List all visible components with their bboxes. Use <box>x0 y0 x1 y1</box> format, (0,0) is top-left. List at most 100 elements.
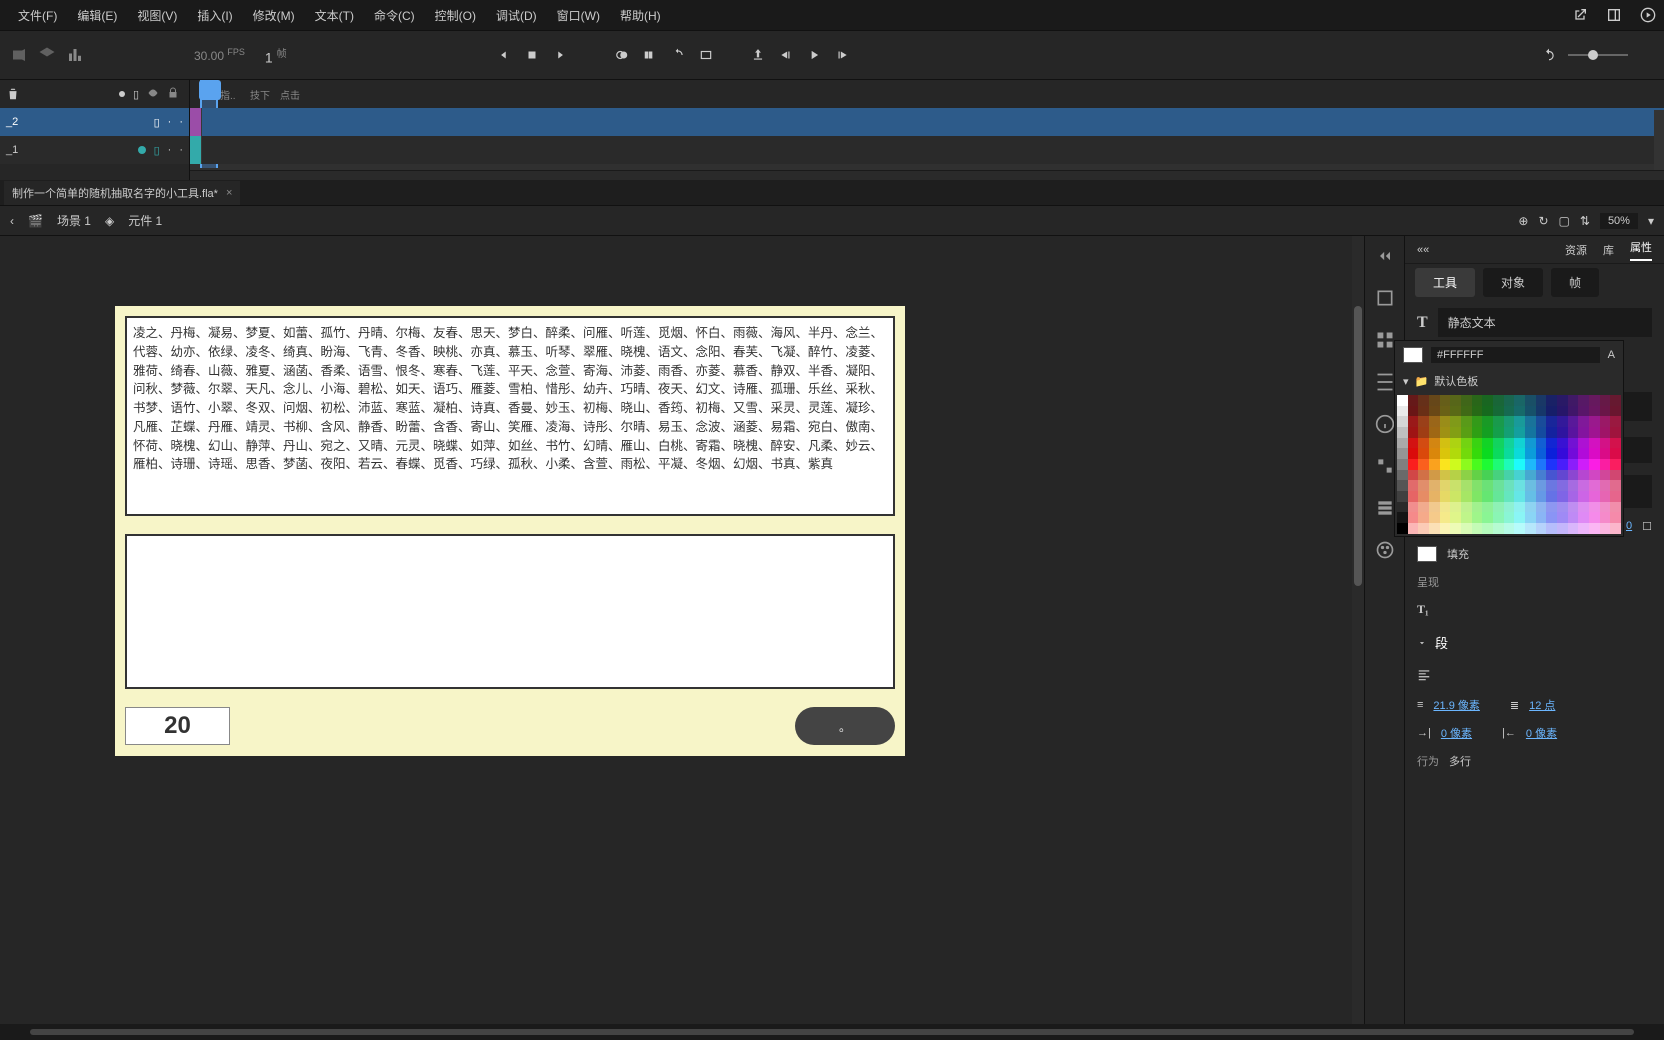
color-cell[interactable] <box>1514 427 1525 438</box>
align-left-icon[interactable] <box>1417 668 1431 685</box>
color-cell[interactable] <box>1536 416 1547 427</box>
color-cell[interactable] <box>1482 502 1493 513</box>
color-cell[interactable] <box>1440 427 1451 438</box>
workspace-icon[interactable] <box>1606 7 1622 23</box>
color-cell[interactable] <box>1578 502 1589 513</box>
color-cell[interactable] <box>1397 502 1408 513</box>
color-cell[interactable] <box>1557 512 1568 523</box>
color-cell[interactable] <box>1408 491 1419 502</box>
color-cell[interactable] <box>1578 480 1589 491</box>
close-icon[interactable]: × <box>226 187 232 199</box>
color-cell[interactable] <box>1589 523 1600 534</box>
color-cell[interactable] <box>1610 448 1621 459</box>
panel-collapse-icon[interactable]: «« <box>1417 244 1429 256</box>
color-cell[interactable] <box>1440 395 1451 406</box>
share-icon[interactable] <box>1572 7 1588 23</box>
color-cell[interactable] <box>1600 480 1611 491</box>
color-cell[interactable] <box>1504 480 1515 491</box>
color-cell[interactable] <box>1578 416 1589 427</box>
color-cell[interactable] <box>1536 470 1547 481</box>
color-cell[interactable] <box>1461 416 1472 427</box>
color-cell[interactable] <box>1514 512 1525 523</box>
color-cell[interactable] <box>1397 427 1408 438</box>
color-cell[interactable] <box>1546 416 1557 427</box>
color-cell[interactable] <box>1514 480 1525 491</box>
color-cell[interactable] <box>1557 459 1568 470</box>
color-cell[interactable] <box>1440 448 1451 459</box>
menu-edit[interactable]: 编辑(E) <box>67 7 127 24</box>
loop-icon[interactable] <box>671 48 685 62</box>
dock-info-icon[interactable] <box>1375 414 1395 434</box>
color-cell[interactable] <box>1408 480 1419 491</box>
color-cell[interactable] <box>1557 427 1568 438</box>
color-cell[interactable] <box>1493 470 1504 481</box>
color-cell[interactable] <box>1536 395 1547 406</box>
color-cell[interactable] <box>1472 427 1483 438</box>
color-cell[interactable] <box>1546 491 1557 502</box>
color-cell[interactable] <box>1504 491 1515 502</box>
outline-icon[interactable]: ▯ <box>133 88 139 101</box>
color-cell[interactable] <box>1418 427 1429 438</box>
color-cell[interactable] <box>1461 448 1472 459</box>
scene-icon[interactable]: 🎬 <box>28 214 43 228</box>
spacing-value-1[interactable]: 21.9 像素 <box>1433 697 1479 713</box>
color-cell[interactable] <box>1568 523 1579 534</box>
color-cell[interactable] <box>1525 438 1536 449</box>
color-cell[interactable] <box>1610 502 1621 513</box>
fill-swatch[interactable] <box>1417 546 1437 562</box>
color-cell[interactable] <box>1514 470 1525 481</box>
color-cell[interactable] <box>1514 448 1525 459</box>
zoom-input[interactable]: 50% <box>1600 213 1638 229</box>
color-cell[interactable] <box>1546 427 1557 438</box>
panel-tab-library[interactable]: 库 <box>1603 242 1614 258</box>
color-cell[interactable] <box>1397 459 1408 470</box>
color-cell[interactable] <box>1440 512 1451 523</box>
color-cell[interactable] <box>1429 491 1440 502</box>
back-icon[interactable]: ‹ <box>10 214 14 228</box>
color-cell[interactable] <box>1418 491 1429 502</box>
timeline-layer-2[interactable]: _1 ▯·· <box>0 136 189 164</box>
color-cell[interactable] <box>1408 459 1419 470</box>
color-cell[interactable] <box>1504 512 1515 523</box>
subtab-frame[interactable]: 帧 <box>1551 268 1599 297</box>
menu-commands[interactable]: 命令(C) <box>364 7 425 24</box>
color-cell[interactable] <box>1493 459 1504 470</box>
color-cell[interactable] <box>1568 459 1579 470</box>
color-cell[interactable] <box>1610 427 1621 438</box>
color-cell[interactable] <box>1600 427 1611 438</box>
color-cell[interactable] <box>1418 406 1429 417</box>
color-cell[interactable] <box>1600 448 1611 459</box>
color-cell[interactable] <box>1482 491 1493 502</box>
color-cell[interactable] <box>1472 438 1483 449</box>
menu-debug[interactable]: 调试(D) <box>486 7 547 24</box>
stage-canvas[interactable]: 凌之、丹梅、凝易、梦夏、如蕾、孤竹、丹晴、尔梅、友春、思天、梦白、醉柔、问雁、听… <box>115 306 905 756</box>
timeline-frames[interactable]: 指.. 技下 点击 <box>190 80 1664 180</box>
color-cell[interactable] <box>1589 502 1600 513</box>
layer-icon[interactable] <box>38 46 56 64</box>
lock-icon[interactable] <box>167 87 179 102</box>
color-cell[interactable] <box>1578 512 1589 523</box>
color-cell[interactable] <box>1440 406 1451 417</box>
color-cell[interactable] <box>1450 480 1461 491</box>
color-cell[interactable] <box>1525 512 1536 523</box>
menu-window[interactable]: 窗口(W) <box>547 7 610 24</box>
section-paragraph[interactable]: 段 <box>1405 623 1664 662</box>
color-cell[interactable] <box>1461 502 1472 513</box>
color-cell[interactable] <box>1429 416 1440 427</box>
color-cell[interactable] <box>1514 491 1525 502</box>
color-cell[interactable] <box>1397 448 1408 459</box>
color-cell[interactable] <box>1610 512 1621 523</box>
color-cell[interactable] <box>1610 406 1621 417</box>
color-cell[interactable] <box>1525 448 1536 459</box>
color-cell[interactable] <box>1546 502 1557 513</box>
color-cell[interactable] <box>1482 406 1493 417</box>
stage-area[interactable]: 凌之、丹梅、凝易、梦夏、如蕾、孤竹、丹晴、尔梅、友春、思天、梦白、醉柔、问雁、听… <box>0 236 1364 1040</box>
color-cell[interactable] <box>1461 395 1472 406</box>
auto-kern-checkbox[interactable]: ☐ <box>1642 520 1652 533</box>
color-cell[interactable] <box>1450 438 1461 449</box>
color-cell[interactable] <box>1482 416 1493 427</box>
dock-assets-icon[interactable] <box>1375 330 1395 350</box>
color-cell[interactable] <box>1546 523 1557 534</box>
color-cell[interactable] <box>1546 438 1557 449</box>
color-cell[interactable] <box>1504 406 1515 417</box>
